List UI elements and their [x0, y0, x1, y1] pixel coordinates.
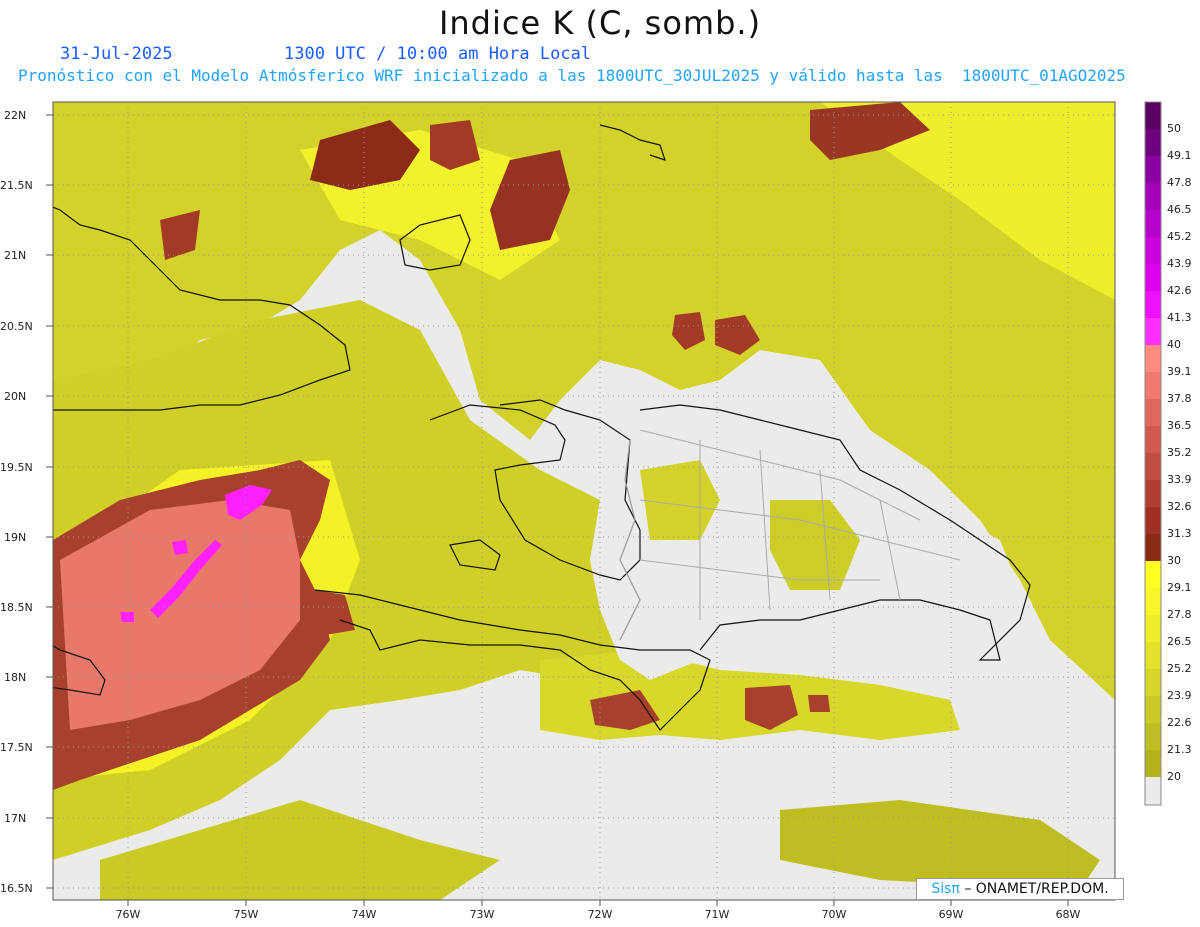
legend-label: 30 — [1167, 554, 1181, 567]
legend-swatch — [1145, 534, 1161, 561]
high-k-cell-southcoast-3 — [808, 695, 830, 712]
sispi-logo: Sisπ — [931, 881, 960, 897]
k-index-map: 22N 21.5N 21N 20.5N 20N 19.5N 19N 18.5N … — [0, 101, 1192, 921]
legend-label: 33.9 — [1167, 473, 1192, 486]
legend-label: 39.1 — [1167, 365, 1192, 378]
forecast-date: 31-Jul-2025 — [60, 44, 173, 64]
lat-label: 17N — [4, 812, 26, 825]
legend-label: 41.3 — [1167, 311, 1192, 324]
lat-label: 19.5N — [0, 461, 33, 474]
lat-label: 21N — [4, 249, 26, 262]
lon-label: 71W — [705, 908, 730, 921]
legend-swatch — [1145, 507, 1161, 534]
lat-ticks — [46, 114, 53, 889]
legend-label: 50 — [1167, 122, 1181, 135]
legend-label: 40 — [1167, 338, 1181, 351]
legend-label: 49.1 — [1167, 149, 1192, 162]
lon-label: 76W — [116, 908, 141, 921]
legend-swatch-below — [1145, 777, 1161, 805]
legend-label: 23.9 — [1167, 689, 1192, 702]
credit-box: Sisπ – ONAMET/REP.DOM. — [916, 878, 1124, 900]
lon-label: 68W — [1056, 908, 1081, 921]
lat-label: 16.5N — [0, 882, 33, 895]
lon-ticks — [127, 900, 1069, 906]
legend-swatch — [1145, 318, 1161, 345]
legend-swatch — [1145, 210, 1161, 237]
legend-label: 36.5 — [1167, 419, 1192, 432]
forecast-time: 1300 UTC / 10:00 am Hora Local — [284, 44, 592, 64]
legend-swatch — [1145, 750, 1161, 777]
legend-label: 21.3 — [1167, 743, 1192, 756]
lat-label: 18.5N — [0, 601, 33, 614]
legend-label: 31.3 — [1167, 527, 1192, 540]
legend-label: 45.2 — [1167, 230, 1192, 243]
legend-swatch — [1145, 696, 1161, 723]
legend-swatch — [1145, 345, 1161, 372]
lat-label: 20N — [4, 390, 26, 403]
lat-label: 17.5N — [0, 741, 33, 754]
legend-swatch — [1145, 102, 1161, 129]
legend-label: 29.1 — [1167, 581, 1192, 594]
legend-label: 43.9 — [1167, 257, 1192, 270]
lon-label: 72W — [588, 908, 613, 921]
legend-label: 35.2 — [1167, 446, 1192, 459]
map-title: Indice K (C, somb.) — [438, 4, 762, 42]
legend-swatch — [1145, 399, 1161, 426]
forecast-description: Pronóstico con el Modelo Atmósferico WRF… — [18, 66, 1126, 85]
lon-label: 75W — [234, 908, 259, 921]
lon-label: 74W — [352, 908, 377, 921]
lon-label: 73W — [470, 908, 495, 921]
legend-swatch — [1145, 183, 1161, 210]
legend-label: 42.6 — [1167, 284, 1192, 297]
lat-label: 19N — [4, 531, 26, 544]
legend-swatch — [1145, 453, 1161, 480]
legend-swatch — [1145, 615, 1161, 642]
lat-label: 18N — [4, 671, 26, 684]
longitude-labels: 76W 75W 74W 73W 72W 71W 70W 69W 68W — [116, 908, 1081, 921]
legend-swatch — [1145, 264, 1161, 291]
legend-swatch — [1145, 237, 1161, 264]
extreme-k-cell-3 — [120, 612, 134, 622]
legend-swatch — [1145, 372, 1161, 399]
lon-label: 70W — [822, 908, 847, 921]
credit-org: – ONAMET/REP.DOM. — [964, 881, 1109, 897]
lon-label: 69W — [939, 908, 964, 921]
legend-label: 26.5 — [1167, 635, 1192, 648]
legend-label: 22.6 — [1167, 716, 1192, 729]
legend-swatch — [1145, 129, 1161, 156]
legend-swatch — [1145, 426, 1161, 453]
color-legend: 50 49.1 47.8 46.5 45.2 43.9 42.6 41.3 40 39.1 37.8… — [1144, 101, 1192, 806]
legend-label: 25.2 — [1167, 662, 1192, 675]
legend-swatch — [1145, 480, 1161, 507]
legend-swatch — [1145, 642, 1161, 669]
legend-label: 27.8 — [1167, 608, 1192, 621]
legend-label: 20 — [1167, 770, 1181, 783]
legend-swatch — [1145, 291, 1161, 318]
legend-label: 46.5 — [1167, 203, 1192, 216]
legend-swatch — [1145, 561, 1161, 588]
legend-swatch — [1145, 669, 1161, 696]
lat-label: 21.5N — [0, 179, 33, 192]
legend-label: 47.8 — [1167, 176, 1192, 189]
legend-swatch — [1145, 723, 1161, 750]
lat-label: 22N — [4, 109, 26, 122]
lat-label: 20.5N — [0, 320, 33, 333]
legend-swatch — [1145, 588, 1161, 615]
legend-label: 37.8 — [1167, 392, 1192, 405]
legend-swatch — [1145, 156, 1161, 183]
legend-label: 32.6 — [1167, 500, 1192, 513]
latitude-labels: 22N 21.5N 21N 20.5N 20N 19.5N 19N 18.5N … — [0, 109, 33, 895]
